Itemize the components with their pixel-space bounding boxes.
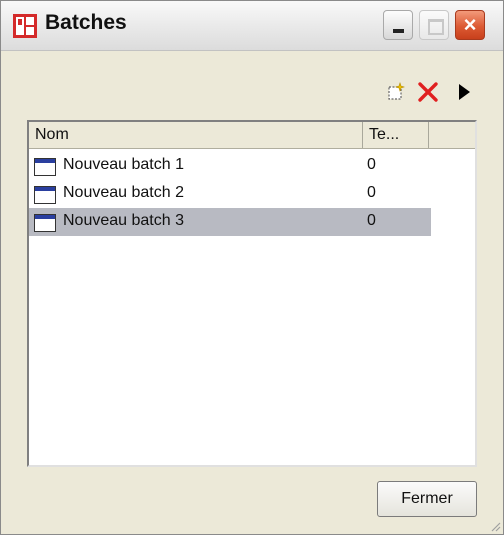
close-window-button[interactable]: × — [455, 10, 485, 40]
batch-name: Nouveau batch 3 — [63, 212, 184, 229]
maximize-button[interactable] — [419, 10, 449, 40]
batch-value: 0 — [367, 212, 376, 229]
list-item[interactable]: Nouveau batch 2 0 — [29, 180, 431, 208]
play-icon[interactable] — [453, 81, 475, 103]
column-header-empty — [429, 122, 475, 148]
close-icon: × — [463, 12, 477, 37]
column-header-nom[interactable]: Nom — [29, 122, 363, 148]
window-icon — [34, 186, 56, 204]
window-title: Batches — [45, 11, 127, 34]
batch-value: 0 — [367, 184, 376, 201]
column-header-te[interactable]: Te... — [363, 122, 429, 148]
batch-name: Nouveau batch 1 — [63, 156, 184, 173]
batches-window: Batches × Nom Te... Nouveau batch 1 0 No… — [0, 0, 504, 535]
list-header: Nom Te... — [29, 122, 475, 149]
batch-name: Nouveau batch 2 — [63, 184, 184, 201]
batch-value: 0 — [367, 156, 376, 173]
maximize-icon — [428, 19, 444, 35]
resize-grip-icon[interactable] — [491, 522, 501, 532]
fermer-button[interactable]: Fermer — [377, 481, 477, 517]
window-icon — [34, 214, 56, 232]
minimize-icon — [393, 29, 404, 33]
list-item[interactable]: Nouveau batch 1 0 — [29, 152, 431, 180]
delete-icon[interactable] — [417, 81, 439, 103]
window-icon — [34, 158, 56, 176]
minimize-button[interactable] — [383, 10, 413, 40]
new-batch-icon[interactable] — [385, 81, 407, 103]
app-logo-icon — [13, 14, 37, 38]
title-bar[interactable]: Batches × — [1, 1, 503, 51]
batch-list[interactable]: Nom Te... Nouveau batch 1 0 Nouveau batc… — [27, 120, 477, 467]
list-item-selected[interactable]: Nouveau batch 3 0 — [29, 208, 431, 236]
